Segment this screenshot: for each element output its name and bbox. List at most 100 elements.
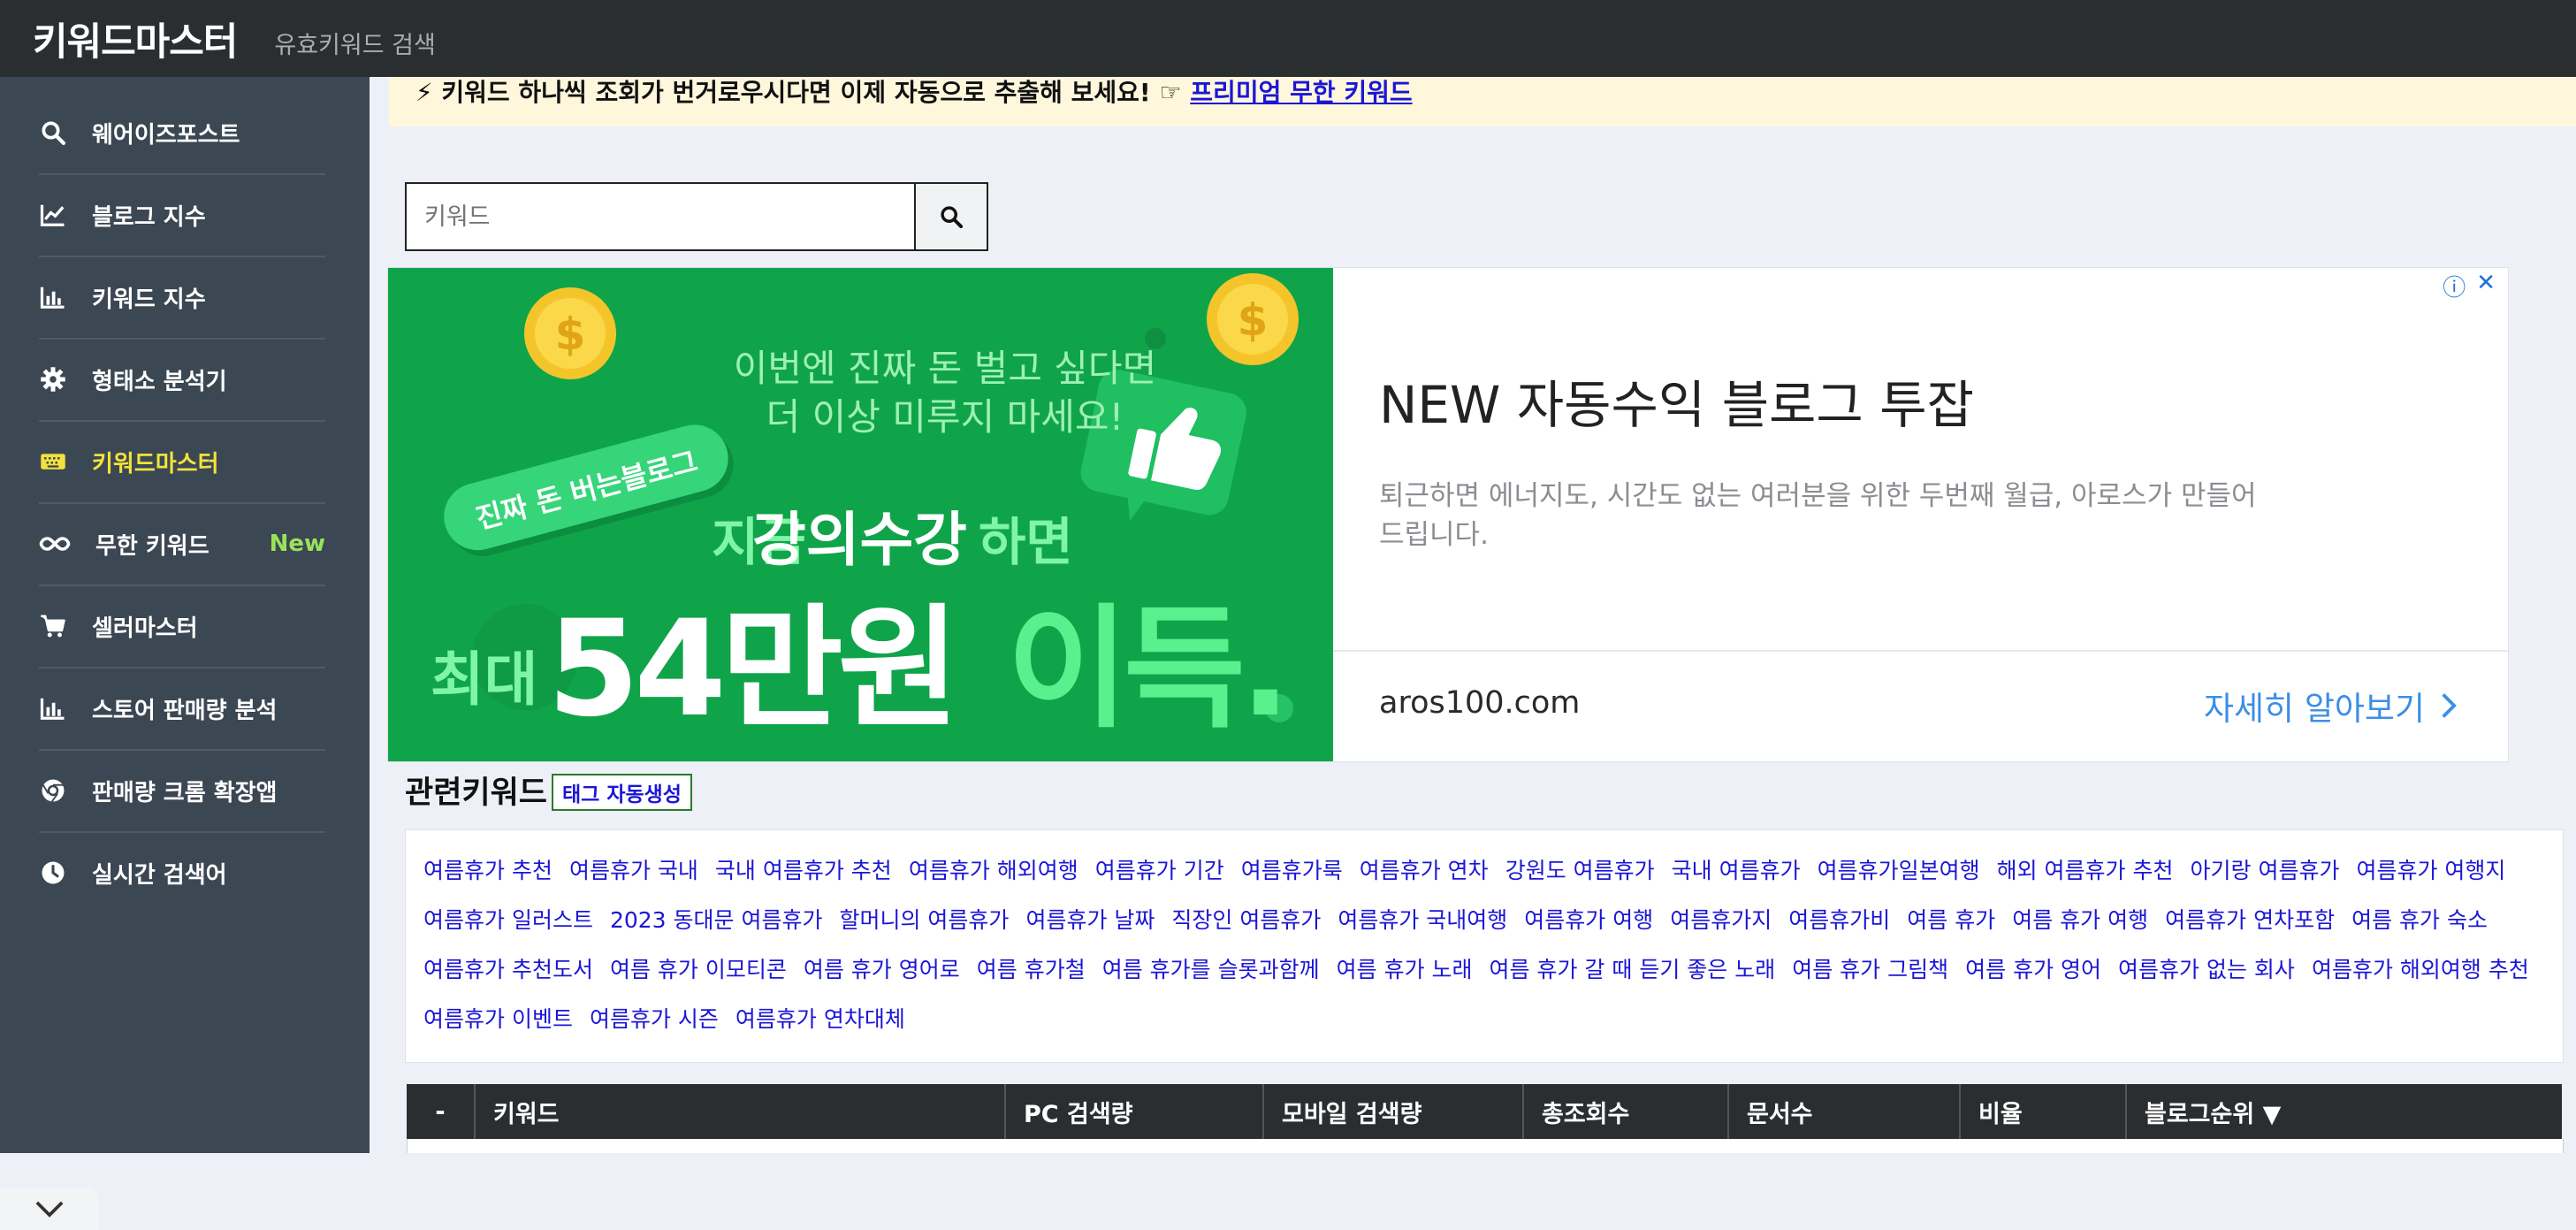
related-keyword-link[interactable]: 여름 휴가 그림책	[1792, 957, 1948, 982]
related-keyword-link[interactable]: 여름 휴가 영어	[1965, 957, 2101, 982]
related-keyword-link[interactable]: 여름휴가 날짜	[1025, 907, 1155, 933]
related-keyword-link[interactable]: 여름휴가 기간	[1095, 858, 1224, 883]
ad-banner-image[interactable]: $ $ 진짜 돈 버는블로그 이번엔 진짜 돈 벌고 싶다면 더 이상 미루지 …	[388, 268, 1333, 761]
related-keyword-link[interactable]: 여름휴가 추천	[423, 858, 553, 883]
column-header-total-views[interactable]: 총조회수	[1524, 1084, 1729, 1139]
sidebar-item-label: 형태소 분석기	[92, 368, 227, 395]
related-keyword-link[interactable]: 여름휴가 해외여행 추천	[2312, 957, 2529, 982]
sidebar-item-label: 판매량 크롬 확장앱	[92, 779, 278, 806]
chevron-right-icon	[2442, 693, 2457, 718]
bar-chart-icon	[39, 283, 67, 311]
brand-logo[interactable]: 키워드마스터	[33, 11, 238, 66]
clock-icon	[39, 859, 67, 887]
related-keyword-link[interactable]: 여름 휴가 영어로	[804, 957, 960, 982]
related-keyword-link[interactable]: 여름휴가비	[1788, 907, 1890, 933]
related-keyword-link[interactable]: 여름 휴가	[1907, 907, 1995, 933]
column-header-ratio[interactable]: 비율	[1961, 1084, 2127, 1139]
related-keyword-link[interactable]: 여름 휴가 이모티콘	[610, 957, 787, 982]
column-header-pc-volume[interactable]: PC 검색량	[1006, 1084, 1264, 1139]
related-keyword-link[interactable]: 여름휴가 시즌	[590, 1006, 719, 1032]
sidebar-item-infinite-keyword[interactable]: 무한 키워드 New	[39, 503, 325, 586]
sidebar: 웨어이즈포스트 블로그 지수 키워드 지수 형태소 분석기 키워드마스터 무한 …	[0, 77, 370, 1230]
related-keyword-link[interactable]: 국내 여름휴가	[1672, 858, 1801, 883]
close-icon[interactable]: ✕	[2476, 270, 2496, 302]
related-keyword-link[interactable]: 여름휴가지	[1670, 907, 1772, 933]
sidebar-item-label: 블로그 지수	[92, 203, 206, 231]
sidebar-item-keywordmaster[interactable]: 키워드마스터	[39, 421, 325, 504]
related-keyword-link[interactable]: 여름 휴가를 슬롯과함께	[1102, 957, 1320, 982]
column-header-doc-count[interactable]: 문서수	[1729, 1084, 1961, 1139]
related-keyword-link[interactable]: 여름 휴가 숙소	[2351, 907, 2488, 933]
related-keyword-link[interactable]: 여름휴가 여행지	[2356, 858, 2505, 883]
keyword-search-form	[405, 182, 988, 251]
related-keyword-link[interactable]: 2023 동대문 여름휴가	[610, 907, 823, 933]
sidebar-item-label: 키워드 지수	[92, 286, 206, 313]
related-keyword-link[interactable]: 할머니의 여름휴가	[839, 907, 1009, 933]
sidebar-collapse-button[interactable]	[0, 1188, 99, 1230]
related-keyword-link[interactable]: 여름휴가룩	[1241, 858, 1343, 883]
top-bar: 키워드마스터 유효키워드 검색	[0, 0, 2576, 77]
related-keyword-link[interactable]: 여름휴가 추천도서	[423, 957, 593, 982]
sidebar-item-label: 실시간 검색어	[92, 861, 227, 889]
chevron-down-icon	[35, 1201, 64, 1218]
related-keyword-link[interactable]: 여름 휴가철	[977, 957, 1086, 982]
ad-big-c: 이득.	[1007, 592, 1285, 746]
related-keyword-link[interactable]: 아기랑 여름휴가	[2191, 858, 2340, 883]
ad-learn-more-button[interactable]: 자세히 알아보기	[2204, 682, 2457, 730]
info-icon[interactable]: ⓘ	[2443, 270, 2465, 302]
related-keywords-title: 관련키워드	[405, 775, 548, 811]
related-keyword-link[interactable]: 국내 여름휴가 추천	[715, 858, 892, 883]
related-keyword-link[interactable]: 여름 휴가 노래	[1337, 957, 1473, 982]
related-keyword-link[interactable]: 여름휴가 연차	[1360, 858, 1489, 883]
sidebar-item-whereispost[interactable]: 웨어이즈포스트	[39, 92, 325, 175]
tag-autogenerate-button[interactable]: 태그 자동생성	[552, 774, 692, 811]
related-keyword-link[interactable]: 여름휴가 해외여행	[909, 858, 1078, 883]
column-header-keyword[interactable]: 키워드	[476, 1084, 1006, 1139]
related-keywords-line-4: 여름휴가 이벤트 여름휴가 시즌 여름휴가 연차대체	[423, 1002, 922, 1051]
keyword-search-input[interactable]	[407, 184, 914, 249]
related-keyword-link[interactable]: 직장인 여름휴가	[1171, 907, 1321, 933]
related-keyword-link[interactable]: 여름휴가 국내여행	[1338, 907, 1507, 933]
related-keyword-link[interactable]: 여름 휴가 갈 때 듣기 좋은 노래	[1490, 957, 1776, 982]
ad-big-b: 54만원	[547, 592, 955, 746]
related-keyword-link[interactable]: 강원도 여름휴가	[1505, 858, 1655, 883]
related-keyword-link[interactable]: 여름 휴가 여행	[2012, 907, 2148, 933]
ad-description: 퇴근하면 에너지도, 시간도 없는 여러분을 위한 두번째 월급, 아로스가 만…	[1379, 480, 2257, 551]
ad-divider	[1333, 650, 2508, 652]
search-icon	[941, 206, 964, 229]
bar-chart-icon	[39, 694, 67, 722]
coin-icon: $	[1207, 273, 1299, 365]
related-keyword-link[interactable]: 여름휴가 여행	[1524, 907, 1653, 933]
related-keyword-link[interactable]: 여름휴가 없는 회사	[2118, 957, 2295, 982]
keyword-table-header: - 키워드 PC 검색량 모바일 검색량 총조회수 문서수 비율 블로그순위 ▼	[407, 1084, 2562, 1139]
related-keyword-link[interactable]: 여름휴가 일러스트	[423, 907, 593, 933]
sidebar-item-store-sales[interactable]: 스토어 판매량 분석	[39, 668, 325, 751]
ad-headline-1: 이번엔 진짜 돈 벌고 싶다면	[734, 347, 1156, 390]
related-keyword-link[interactable]: 해외 여름휴가 추천	[1997, 858, 2174, 883]
sidebar-item-label: 스토어 판매량 분석	[92, 697, 278, 724]
notice-text: ⚡ 키워드 하나씩 조회가 번거로우시다면 이제 자동으로 추출해 보세요! ☞	[415, 78, 1191, 107]
related-keyword-link[interactable]: 여름휴가 이벤트	[423, 1006, 573, 1032]
ad-title[interactable]: NEW 자동수익 블로그 투잡	[1379, 363, 1974, 438]
table-row	[407, 1139, 2564, 1153]
search-icon	[39, 118, 67, 147]
column-header-blog-rank[interactable]: 블로그순위 ▼	[2127, 1084, 2562, 1139]
related-keyword-link[interactable]: 여름휴가 연차포함	[2165, 907, 2335, 933]
related-keywords-box: 여름휴가 추천 여름휴가 국내 국내 여름휴가 추천 여름휴가 해외여행 여름휴가 기간…	[405, 829, 2564, 1063]
premium-infinite-keyword-link[interactable]: 프리미엄 무한 키워드	[1190, 78, 1412, 107]
column-header-mobile-volume[interactable]: 모바일 검색량	[1264, 1084, 1524, 1139]
search-button[interactable]	[914, 184, 987, 249]
sidebar-item-realtime-search[interactable]: 실시간 검색어	[39, 832, 325, 913]
related-keyword-link[interactable]: 여름휴가일본여행	[1818, 858, 1980, 883]
sidebar-item-chrome-extension[interactable]: 판매량 크롬 확장앱	[39, 750, 325, 833]
ad-headline-2: 더 이상 미루지 마세요!	[766, 395, 1124, 439]
sidebar-item-keyword-index[interactable]: 키워드 지수	[39, 256, 325, 340]
advertisement[interactable]: $ $ 진짜 돈 버는블로그 이번엔 진짜 돈 벌고 싶다면 더 이상 미루지 …	[387, 267, 2509, 762]
new-badge: New	[269, 531, 325, 557]
sidebar-item-sellermaster[interactable]: 셀러마스터	[39, 585, 325, 668]
related-keyword-link[interactable]: 여름휴가 국내	[569, 858, 698, 883]
related-keyword-link[interactable]: 여름휴가 연차대체	[735, 1006, 905, 1032]
sidebar-item-blog-index[interactable]: 블로그 지수	[39, 174, 325, 257]
sidebar-item-morpheme-analyzer[interactable]: 형태소 분석기	[39, 339, 325, 422]
svg-text:$: $	[555, 309, 586, 360]
